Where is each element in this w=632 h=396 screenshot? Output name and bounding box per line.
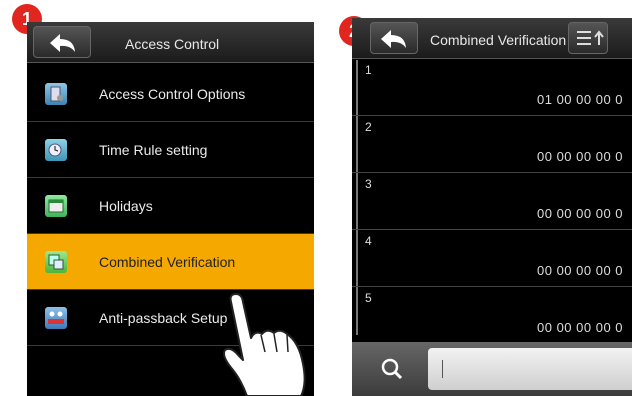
search-icon [381,358,403,380]
anti-passback-icon [45,307,67,329]
search-bar [352,342,632,396]
title-bar: Access Control [27,22,314,63]
back-button[interactable] [370,22,418,54]
combined-verification-screen: Combined Verification 1 01 00 00 00 0 2 … [352,18,632,396]
menu-item-access-control-options[interactable]: Access Control Options [27,66,314,122]
row-index: 1 [365,63,372,77]
list-item[interactable]: 3 00 00 00 00 0 [352,173,632,230]
sort-button[interactable] [568,22,608,54]
pointing-hand-icon [223,293,306,396]
calendar-icon [45,195,67,217]
back-arrow-icon [381,30,406,48]
row-index: 2 [365,120,372,134]
access-control-screen: Access Control Access Control Options Ti… [27,22,314,396]
row-value: 00 00 00 00 0 [537,263,624,278]
sort-icon [577,30,604,45]
list-item[interactable]: 1 01 00 00 00 0 [352,59,632,116]
menu-item-label: Anti-passback Setup [99,310,228,326]
clock-icon [45,139,67,161]
search-input[interactable] [428,348,632,390]
row-index: 3 [365,177,372,191]
row-value: 00 00 00 00 0 [537,206,624,221]
menu-item-holidays[interactable]: Holidays [27,178,314,234]
row-index: 4 [365,234,372,248]
text-caret [442,360,443,378]
back-arrow-icon [50,34,75,52]
title-bar: Combined Verification [352,18,632,59]
back-button[interactable] [33,26,91,58]
menu-item-label: Combined Verification [99,254,236,270]
page-title: Combined Verification [430,32,567,48]
door-settings-icon [45,83,67,105]
menu-item-time-rule-setting[interactable]: Time Rule setting [27,122,314,178]
list-item[interactable]: 5 00 00 00 00 0 [352,287,632,344]
page-title: Access Control [125,36,220,52]
menu-item-label: Holidays [99,198,153,214]
search-button[interactable] [364,348,420,390]
menu-item-label: Access Control Options [99,86,246,102]
row-index: 5 [365,291,372,305]
menu-item-label: Time Rule setting [99,142,208,158]
row-value: 00 00 00 00 0 [537,149,624,164]
row-value: 01 00 00 00 0 [537,92,624,107]
row-value: 00 00 00 00 0 [537,320,624,335]
group-verify-icon [45,251,67,273]
list-item[interactable]: 2 00 00 00 00 0 [352,116,632,173]
list-item[interactable]: 4 00 00 00 00 0 [352,230,632,287]
